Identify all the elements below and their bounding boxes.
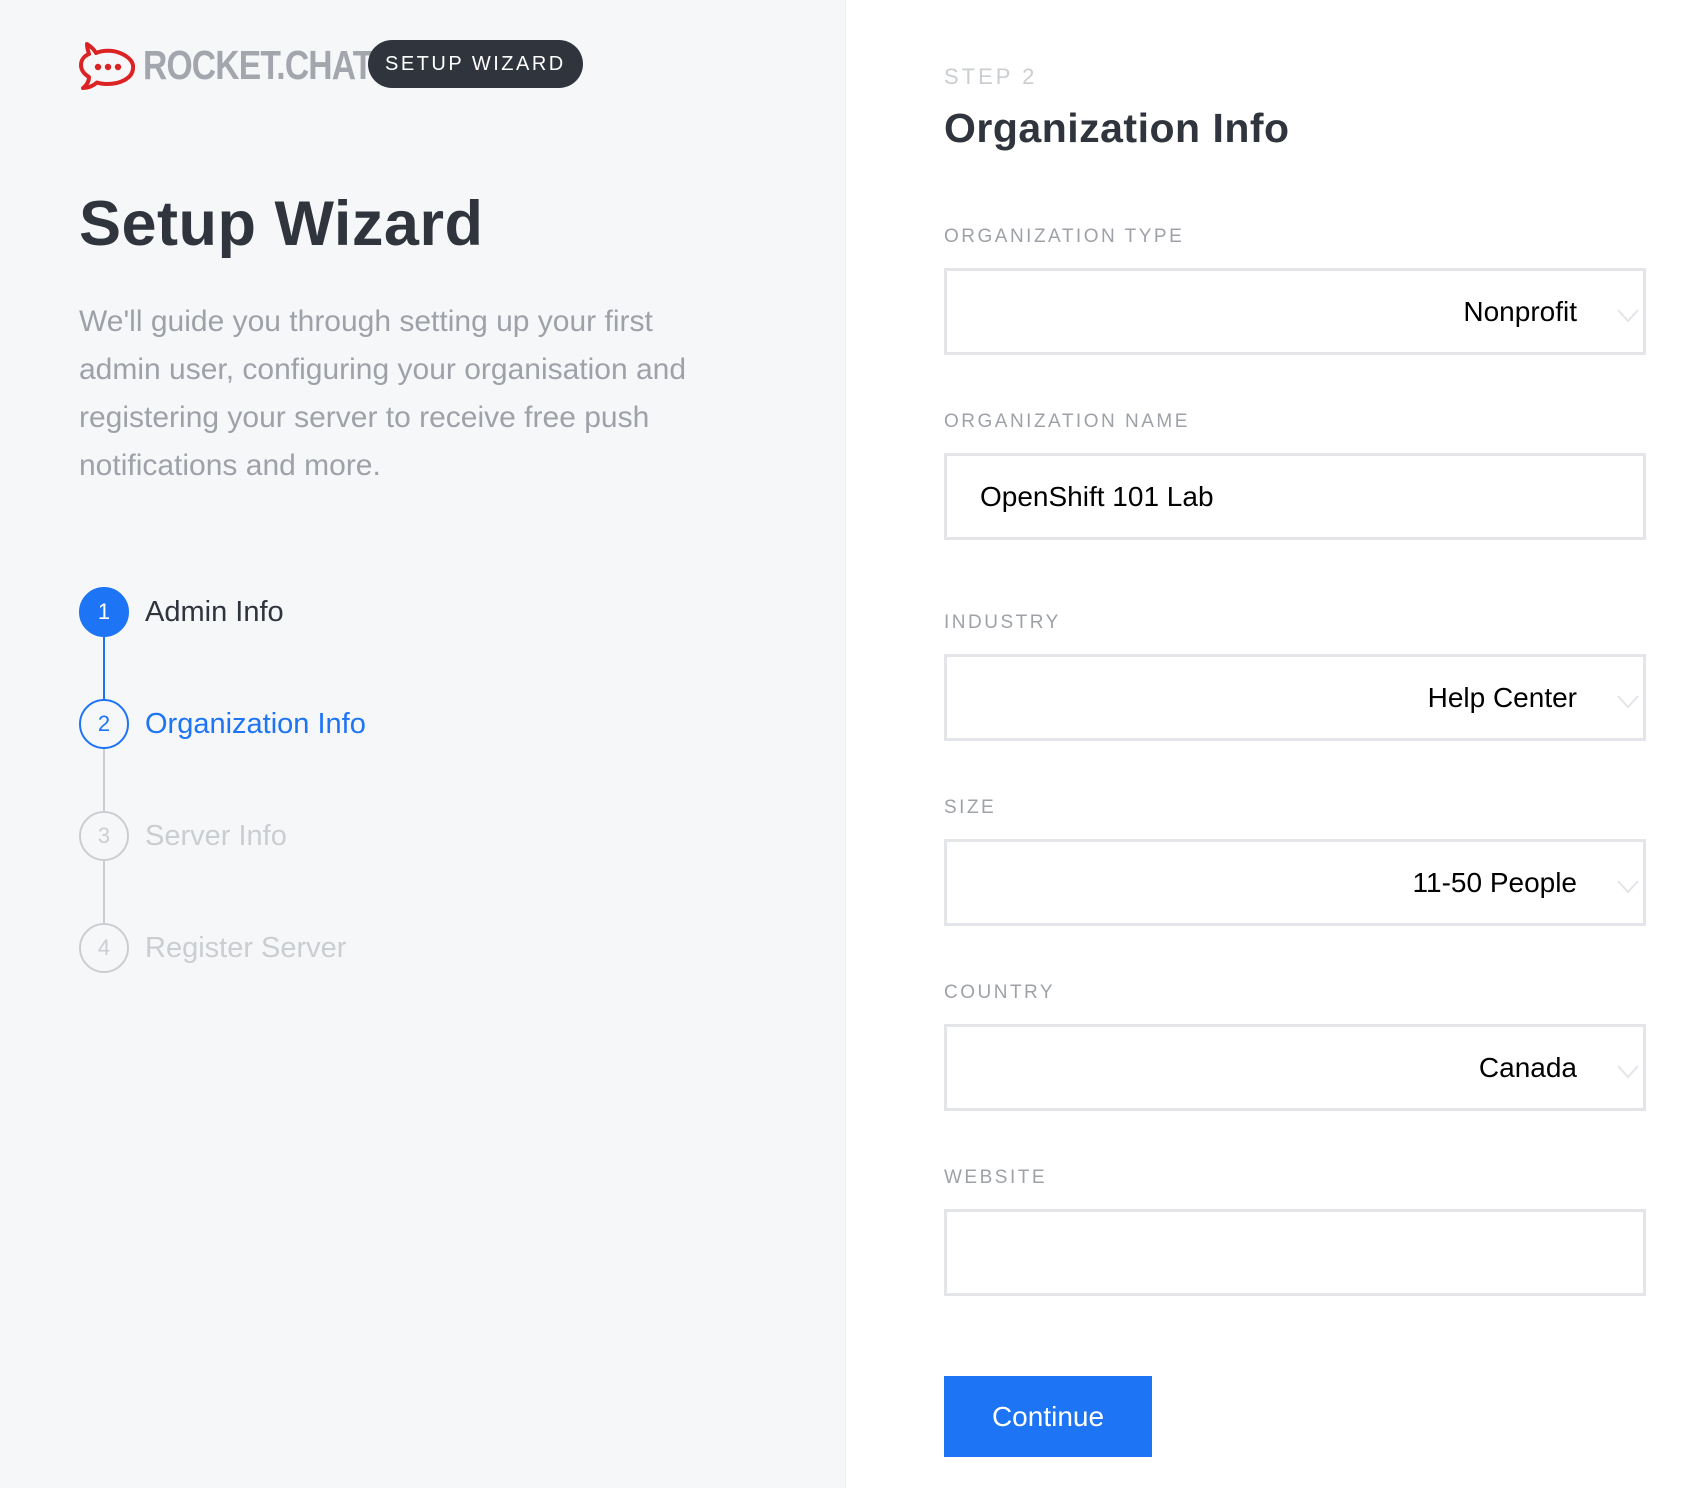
- step-admin-info: 1 Admin Info: [79, 587, 284, 637]
- rocket-chat-logo-icon: [79, 42, 135, 90]
- chevron-down-icon: [1617, 695, 1639, 709]
- step-label: Server Info: [145, 819, 287, 852]
- country-value: Canada: [1478, 1051, 1577, 1083]
- step-number: 4: [79, 923, 129, 973]
- step-number: 3: [79, 811, 129, 861]
- step-number: 1: [79, 587, 129, 637]
- industry-label: INDUSTRY: [944, 612, 1061, 633]
- step-connector: [103, 637, 105, 699]
- step-connector: [103, 861, 105, 923]
- chevron-down-icon: [1617, 1065, 1639, 1079]
- chevron-down-icon: [1617, 309, 1639, 323]
- step-number: 2: [79, 699, 129, 749]
- website-input[interactable]: [944, 1209, 1646, 1296]
- step-register-server: 4 Register Server: [79, 923, 346, 973]
- website-label: WEBSITE: [944, 1167, 1048, 1188]
- organization-type-label: ORGANIZATION TYPE: [944, 226, 1185, 247]
- step-server-info: 3 Server Info: [79, 811, 287, 861]
- chevron-down-icon: [1617, 880, 1639, 894]
- continue-button[interactable]: Continue: [944, 1376, 1152, 1457]
- organization-type-select[interactable]: Nonprofit: [944, 268, 1646, 355]
- step-connector: [103, 749, 105, 811]
- country-select[interactable]: Canada: [944, 1024, 1646, 1111]
- industry-value: Help Center: [1427, 681, 1577, 713]
- size-select[interactable]: 11-50 People: [944, 839, 1646, 926]
- setup-wizard-page: ROCKET.CHAT SETUP WIZARD Setup Wizard We…: [0, 0, 1688, 1488]
- setup-wizard-badge: SETUP WIZARD: [368, 40, 583, 88]
- step-indicator: STEP 2: [944, 64, 1038, 89]
- step-organization-info: 2 Organization Info: [79, 699, 366, 749]
- organization-name-input[interactable]: OpenShift 101 Lab: [944, 453, 1646, 540]
- intro-description: We'll guide you through setting up your …: [79, 305, 687, 482]
- organization-name-value: OpenShift 101 Lab: [980, 480, 1214, 512]
- step-label: Organization Info: [145, 707, 366, 740]
- organization-name-label: ORGANIZATION NAME: [944, 411, 1190, 432]
- size-label: SIZE: [944, 797, 997, 818]
- page-title: Setup Wizard: [79, 189, 484, 259]
- wizard-sidebar: ROCKET.CHAT SETUP WIZARD Setup Wizard We…: [0, 0, 846, 1488]
- logo-wordmark: ROCKET.CHAT: [143, 41, 373, 88]
- industry-select[interactable]: Help Center: [944, 654, 1646, 741]
- step-label: Admin Info: [145, 595, 284, 628]
- organization-type-value: Nonprofit: [1463, 295, 1577, 327]
- size-value: 11-50 People: [1412, 866, 1578, 898]
- organization-form-panel: STEP 2 Organization Info ORGANIZATION TY…: [846, 0, 1688, 1488]
- form-title: Organization Info: [944, 105, 1290, 151]
- step-label: Register Server: [145, 931, 347, 964]
- country-label: COUNTRY: [944, 982, 1056, 1003]
